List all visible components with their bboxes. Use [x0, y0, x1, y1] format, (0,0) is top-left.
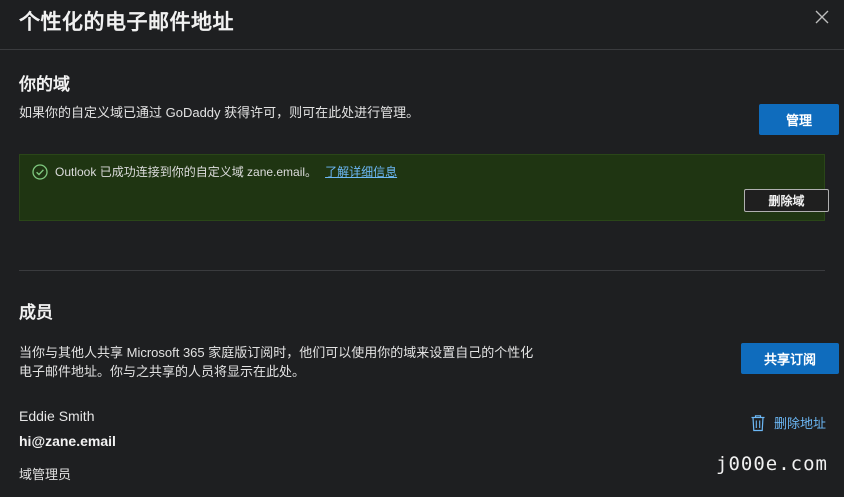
- close-icon[interactable]: [812, 7, 832, 27]
- share-subscription-button[interactable]: 共享订阅: [741, 343, 839, 374]
- watermark: j000e.com: [716, 453, 828, 475]
- success-message-bar: Outlook 已成功连接到你的自定义域 zane.email。 了解详细信息 …: [19, 154, 829, 221]
- dialog-header: 个性化的电子邮件地址: [0, 0, 844, 50]
- member-email: hi@zane.email: [19, 433, 116, 449]
- remove-address-button[interactable]: 删除地址: [750, 413, 826, 432]
- dialog-title: 个性化的电子邮件地址: [19, 11, 234, 34]
- manage-button[interactable]: 管理: [759, 104, 839, 135]
- delete-domain-button[interactable]: 删除域: [744, 189, 829, 212]
- remove-address-label: 删除地址: [774, 416, 827, 431]
- personalized-email-dialog: 个性化的电子邮件地址 你的域 如果你的自定义域已通过 GoDaddy 获得许可，…: [0, 0, 844, 497]
- members-description-line2: 电子邮件地址。你与之共享的人员将显示在此处。: [19, 364, 306, 379]
- success-message: Outlook 已成功连接到你的自定义域 zane.email。: [55, 165, 318, 179]
- domain-description: 如果你的自定义域已通过 GoDaddy 获得许可，则可在此处进行管理。: [19, 105, 420, 120]
- domain-section-title: 你的域: [19, 75, 70, 94]
- learn-more-link[interactable]: 了解详细信息: [325, 163, 397, 180]
- member-role: 域管理员: [19, 467, 72, 482]
- member-name: Eddie Smith: [19, 408, 95, 424]
- trash-icon: [750, 414, 766, 432]
- members-section-title: 成员: [19, 303, 53, 322]
- check-circle-icon: [32, 163, 48, 180]
- success-line: Outlook 已成功连接到你的自定义域 zane.email。 了解详细信息: [32, 163, 397, 180]
- section-divider: [19, 270, 825, 271]
- members-description-line1: 当你与其他人共享 Microsoft 365 家庭版订阅时，他们可以使用你的域来…: [19, 345, 534, 360]
